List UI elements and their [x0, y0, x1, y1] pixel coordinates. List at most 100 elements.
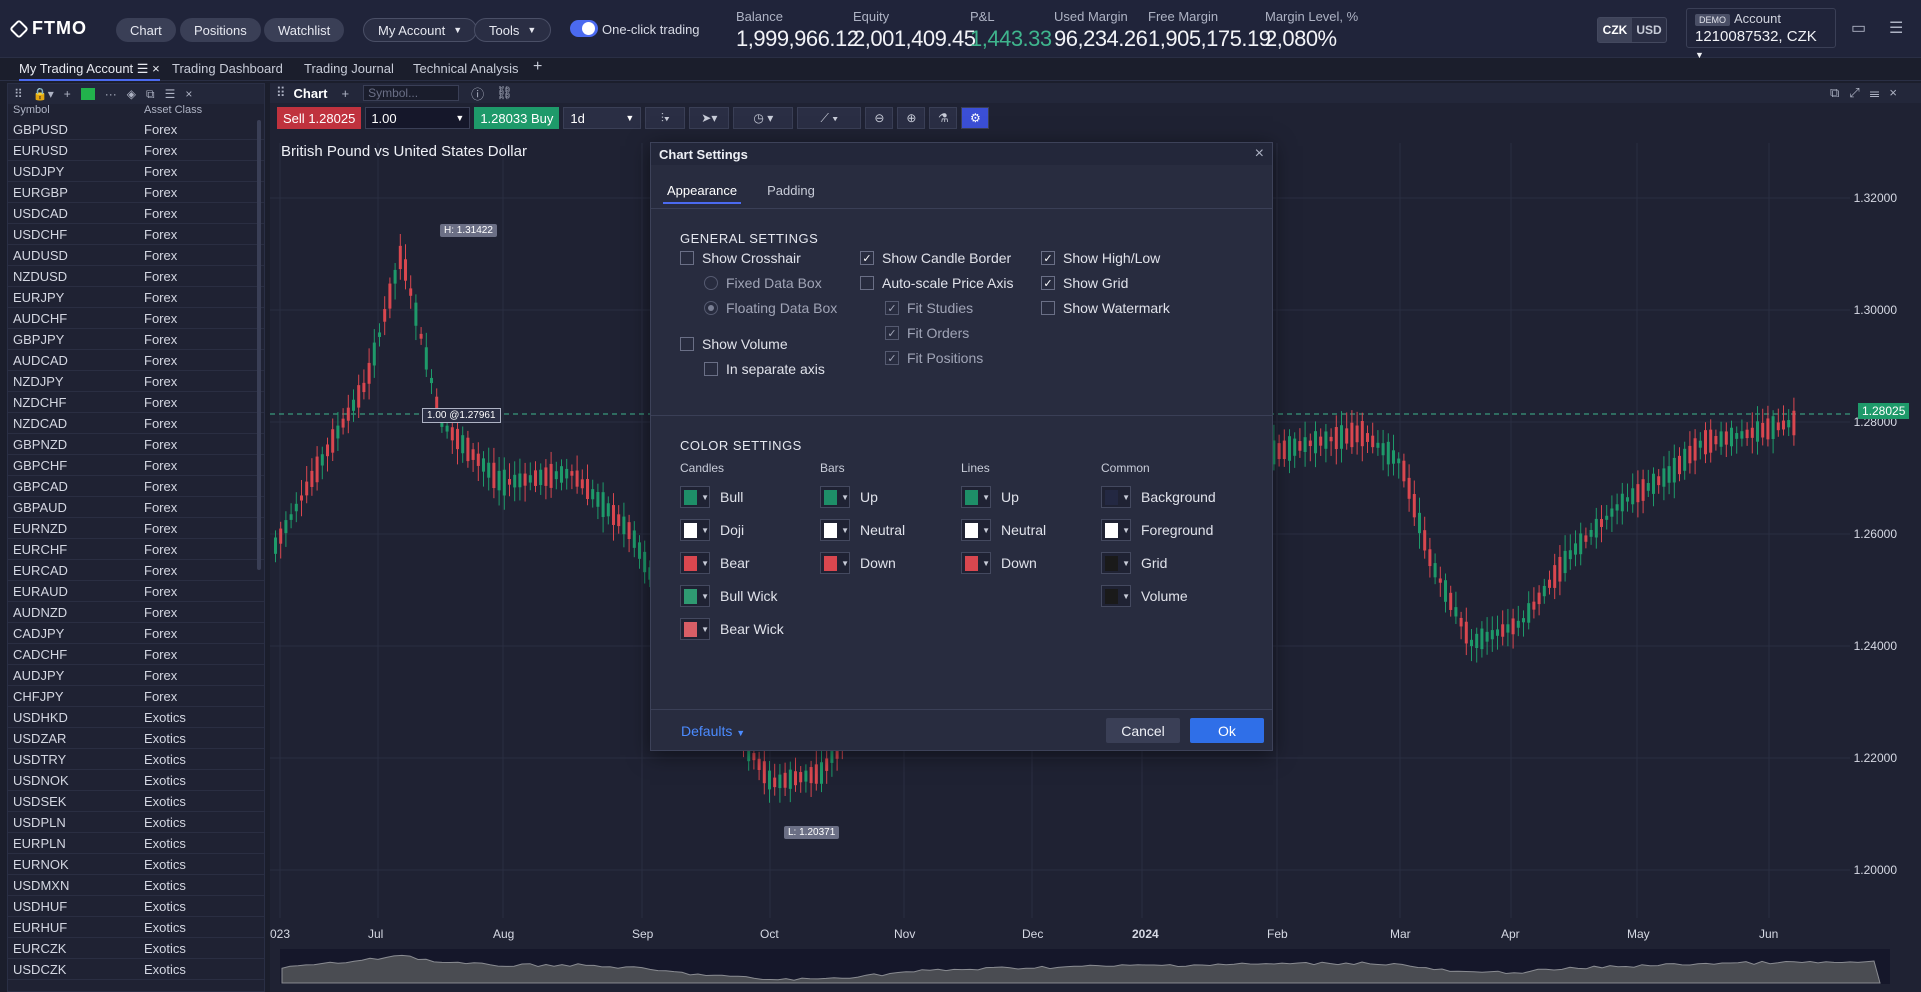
show-crosshair-option[interactable]: Show Crosshair: [680, 250, 801, 266]
color-picker[interactable]: ▼: [820, 552, 850, 574]
order-tag[interactable]: 1.00 @1.27961: [422, 408, 501, 423]
watchlist-row[interactable]: CADJPY Forex: [8, 623, 264, 644]
tab-trading-dashboard[interactable]: Trading Dashboard: [172, 61, 283, 76]
watchlist-row[interactable]: NZDCAD Forex: [8, 413, 264, 434]
common-color-option[interactable]: ▼ Foreground: [1101, 519, 1213, 541]
color-picker[interactable]: ▼: [1101, 552, 1131, 574]
watchlist-row[interactable]: NZDUSD Forex: [8, 266, 264, 287]
auto-scale-option[interactable]: Auto-scale Price Axis: [860, 275, 1014, 291]
candles-color-option[interactable]: ▼ Bear: [680, 552, 750, 574]
watchlist-row[interactable]: AUDCAD Forex: [8, 350, 264, 371]
more-icon[interactable]: ···: [105, 87, 117, 101]
watchlist-row[interactable]: CADCHF Forex: [8, 644, 264, 665]
nav-positions-button[interactable]: Positions: [180, 18, 261, 42]
watchlist-row[interactable]: GBPJPY Forex: [8, 329, 264, 350]
watchlist-row[interactable]: GBPAUD Forex: [8, 497, 264, 518]
color-picker[interactable]: ▼: [820, 486, 850, 508]
watchlist-row[interactable]: AUDJPY Forex: [8, 665, 264, 686]
show-high-low-option[interactable]: ✓ Show High/Low: [1041, 250, 1160, 266]
bars-color-option[interactable]: ▼ Down: [820, 552, 896, 574]
fit-orders-option[interactable]: ✓ Fit Orders: [885, 325, 969, 341]
watchlist-row[interactable]: AUDNZD Forex: [8, 602, 264, 623]
defaults-dropdown[interactable]: Defaults ▼: [681, 723, 745, 739]
add-icon[interactable]: +: [64, 87, 71, 101]
menu-icon[interactable]: ☰: [165, 87, 176, 101]
color-picker[interactable]: ▼: [680, 552, 710, 574]
in-separate-axis-option[interactable]: In separate axis: [704, 361, 825, 377]
show-candle-border-option[interactable]: ✓ Show Candle Border: [860, 250, 1011, 266]
color-picker[interactable]: ▼: [1101, 585, 1131, 607]
show-grid-option[interactable]: ✓ Show Grid: [1041, 275, 1128, 291]
tab-technical-analysis[interactable]: Technical Analysis: [413, 61, 519, 76]
candles-color-option[interactable]: ▼ Bull Wick: [680, 585, 778, 607]
common-color-option[interactable]: ▼ Background: [1101, 486, 1216, 508]
common-color-option[interactable]: ▼ Volume: [1101, 585, 1188, 607]
fit-positions-option[interactable]: ✓ Fit Positions: [885, 350, 983, 366]
watchlist-row[interactable]: EURGBP Forex: [8, 182, 264, 203]
color-picker[interactable]: ▼: [961, 486, 991, 508]
watchlist-row[interactable]: GBPCHF Forex: [8, 455, 264, 476]
col-asset-class[interactable]: Asset Class: [144, 104, 202, 119]
floating-data-box-option[interactable]: Floating Data Box: [704, 300, 837, 316]
nav-chart-button[interactable]: Chart: [116, 18, 176, 42]
watchlist-row[interactable]: USDZAR Exotics: [8, 728, 264, 749]
close-icon[interactable]: ×: [185, 87, 192, 101]
watchlist-row[interactable]: EURCAD Forex: [8, 560, 264, 581]
watchlist-row[interactable]: GBPUSD Forex: [8, 119, 264, 140]
watchlist-row[interactable]: CHFJPY Forex: [8, 686, 264, 707]
link-icon[interactable]: ◈: [127, 87, 136, 101]
color-picker[interactable]: ▼: [961, 519, 991, 541]
watchlist-row[interactable]: EURCHF Forex: [8, 539, 264, 560]
color-picker[interactable]: ▼: [961, 552, 991, 574]
layout-icon[interactable]: ▭: [1851, 18, 1866, 38]
watchlist-row[interactable]: USDCZK Exotics: [8, 959, 264, 980]
watchlist-row[interactable]: USDCHF Forex: [8, 224, 264, 245]
watchlist-scrollbar[interactable]: [257, 120, 261, 570]
account-selector[interactable]: DEMO Account 1210087532, CZK ▼: [1686, 8, 1836, 60]
one-click-toggle[interactable]: [570, 20, 598, 37]
tab-padding[interactable]: Padding: [763, 183, 819, 204]
watchlist-row[interactable]: NZDJPY Forex: [8, 371, 264, 392]
tools-dropdown[interactable]: Tools ▼: [474, 18, 552, 42]
color-picker[interactable]: ▼: [680, 519, 710, 541]
currency-usd[interactable]: USD: [1632, 18, 1666, 42]
lines-color-option[interactable]: ▼ Up: [961, 486, 1019, 508]
ok-button[interactable]: Ok: [1190, 718, 1264, 743]
color-picker[interactable]: ▼: [680, 618, 710, 640]
color-picker[interactable]: ▼: [1101, 486, 1131, 508]
candles-color-option[interactable]: ▼ Bull: [680, 486, 743, 508]
show-watermark-option[interactable]: Show Watermark: [1041, 300, 1170, 316]
currency-czk[interactable]: CZK: [1598, 18, 1632, 42]
color-picker[interactable]: ▼: [680, 486, 710, 508]
watchlist-row[interactable]: EURHUF Exotics: [8, 917, 264, 938]
color-picker[interactable]: ▼: [680, 585, 710, 607]
color-picker[interactable]: ▼: [820, 519, 850, 541]
show-volume-option[interactable]: Show Volume: [680, 336, 788, 352]
hamburger-menu-icon[interactable]: ☰: [1889, 18, 1903, 38]
add-tab-icon[interactable]: +: [533, 58, 542, 76]
bars-color-option[interactable]: ▼ Neutral: [820, 519, 905, 541]
fit-studies-option[interactable]: ✓ Fit Studies: [885, 300, 973, 316]
my-account-dropdown[interactable]: My Account ▼: [363, 18, 478, 42]
popout-icon[interactable]: ⧉: [146, 87, 155, 102]
watchlist-row[interactable]: USDNOK Exotics: [8, 770, 264, 791]
watchlist-row[interactable]: EURPLN Exotics: [8, 833, 264, 854]
cancel-button[interactable]: Cancel: [1106, 718, 1180, 743]
fixed-data-box-option[interactable]: Fixed Data Box: [704, 275, 822, 291]
watchlist-row[interactable]: EURJPY Forex: [8, 287, 264, 308]
watchlist-row[interactable]: AUDUSD Forex: [8, 245, 264, 266]
watchlist-row[interactable]: AUDCHF Forex: [8, 308, 264, 329]
lock-icon[interactable]: 🔒▾: [33, 87, 54, 101]
watchlist-row[interactable]: EURUSD Forex: [8, 140, 264, 161]
common-color-option[interactable]: ▼ Grid: [1101, 552, 1167, 574]
drag-handle-icon[interactable]: ⠿: [14, 87, 23, 101]
watchlist-row[interactable]: GBPCAD Forex: [8, 476, 264, 497]
close-icon[interactable]: ×: [1255, 145, 1264, 163]
watchlist-row[interactable]: USDMXN Exotics: [8, 875, 264, 896]
tab-trading-journal[interactable]: Trading Journal: [304, 61, 394, 76]
watchlist-row[interactable]: USDHKD Exotics: [8, 707, 264, 728]
watchlist-row[interactable]: USDHUF Exotics: [8, 896, 264, 917]
col-symbol[interactable]: Symbol: [13, 104, 144, 119]
candles-color-option[interactable]: ▼ Doji: [680, 519, 744, 541]
candles-color-option[interactable]: ▼ Bear Wick: [680, 618, 784, 640]
